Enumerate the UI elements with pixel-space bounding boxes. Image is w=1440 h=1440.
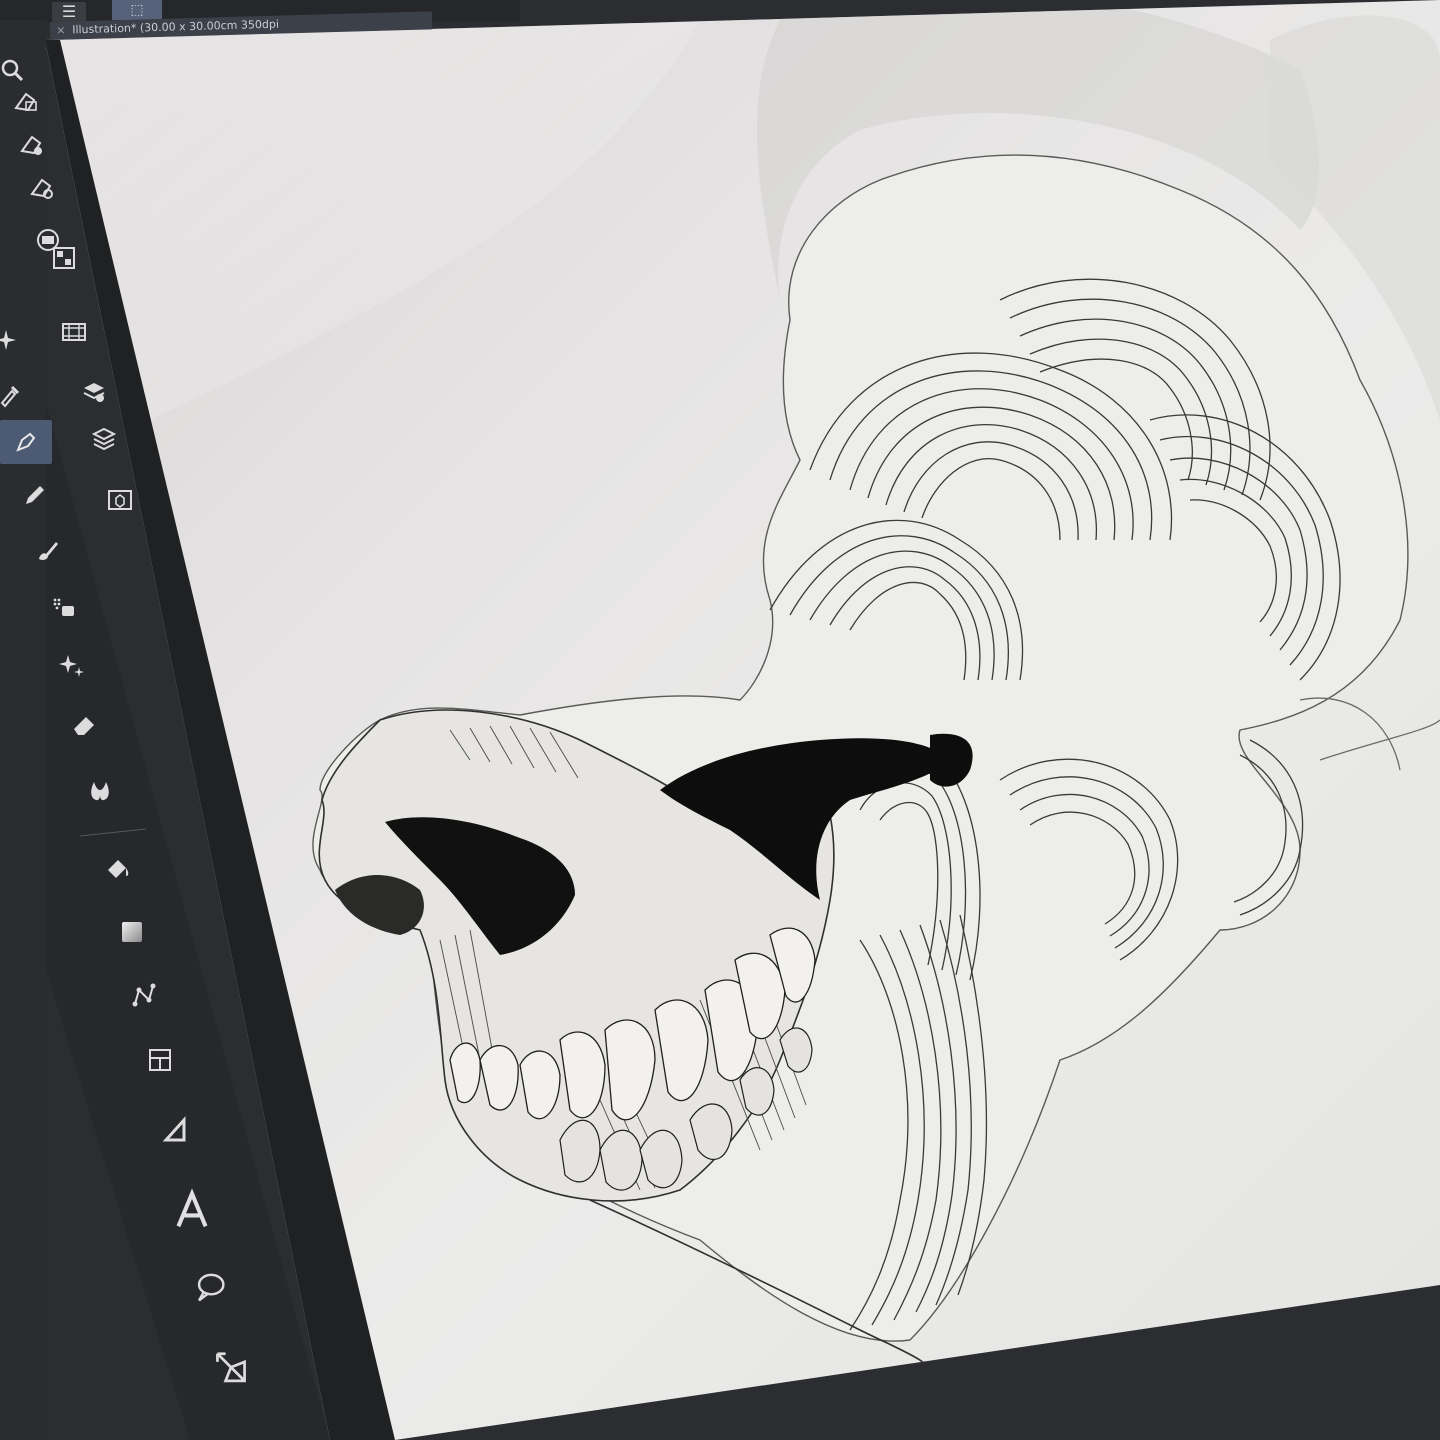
text-tool-icon[interactable] bbox=[170, 1180, 214, 1240]
pen-tool-icon[interactable] bbox=[0, 420, 52, 464]
material-view-icon[interactable] bbox=[22, 168, 62, 208]
animation-timeline-icon[interactable] bbox=[54, 312, 94, 352]
hamburger-menu-icon[interactable]: ☰ bbox=[52, 2, 86, 22]
layer-properties-icon[interactable] bbox=[74, 372, 114, 412]
pencil-tool-icon[interactable] bbox=[14, 476, 54, 516]
star-icon[interactable] bbox=[0, 320, 26, 360]
brush-tool-icon[interactable] bbox=[28, 530, 68, 570]
layers-icon[interactable] bbox=[84, 418, 124, 458]
close-tab-icon[interactable]: × bbox=[56, 22, 66, 40]
gradient-tool-icon[interactable] bbox=[112, 912, 152, 952]
3d-object-icon[interactable] bbox=[100, 480, 140, 520]
ruler-tool-icon[interactable] bbox=[156, 1110, 196, 1150]
figure-tool-icon[interactable] bbox=[124, 975, 164, 1015]
decoration-tool-icon[interactable] bbox=[52, 645, 92, 685]
material-settings-icon[interactable] bbox=[12, 125, 52, 165]
frame-border-tool-icon[interactable] bbox=[140, 1040, 180, 1080]
correct-line-tool-icon[interactable] bbox=[206, 1340, 256, 1400]
eyedropper-icon[interactable] bbox=[0, 375, 28, 415]
quick-access-button[interactable]: ⬚ bbox=[112, 0, 162, 20]
airbrush-tool-icon[interactable] bbox=[44, 588, 84, 628]
balloon-tool-icon[interactable] bbox=[188, 1262, 232, 1312]
fill-tool-icon[interactable] bbox=[98, 848, 138, 888]
eraser-tool-icon[interactable] bbox=[64, 705, 104, 745]
blend-tool-icon[interactable] bbox=[80, 770, 120, 810]
document-title: Illustration* (30.00 x 30.00cm 350dpi bbox=[72, 17, 280, 37]
new-material-icon[interactable] bbox=[6, 82, 46, 122]
color-palette-icon[interactable] bbox=[44, 238, 84, 278]
